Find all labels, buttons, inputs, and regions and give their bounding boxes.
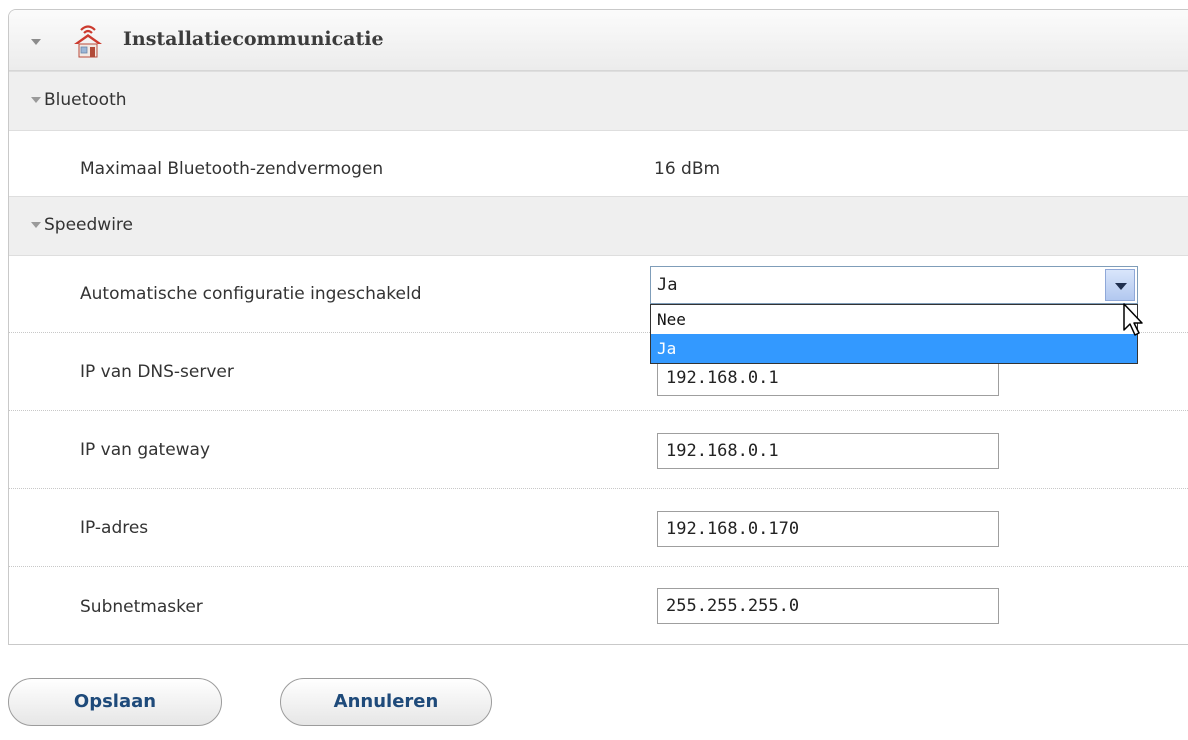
dropdown-option-ja[interactable]: Ja <box>651 334 1137 363</box>
gateway-input[interactable]: 192.168.0.1 <box>657 433 999 469</box>
gateway-label: IP van gateway <box>80 440 211 460</box>
auto-config-selected-value: Ja <box>657 275 678 295</box>
ip-input[interactable]: 192.168.0.170 <box>657 511 999 547</box>
cancel-button[interactable]: Annuleren <box>280 678 492 726</box>
speedwire-section-label: Speedwire <box>44 215 133 235</box>
mouse-cursor-icon <box>1123 303 1143 336</box>
bluetooth-power-value: 16 dBm <box>654 159 721 179</box>
auto-config-select[interactable]: Ja <box>650 266 1138 304</box>
subnet-row: Subnetmasker 255.255.255.0 <box>9 566 1188 644</box>
bluetooth-power-label: Maximaal Bluetooth-zendvermogen <box>80 159 384 179</box>
dropdown-arrow-icon[interactable] <box>1105 269 1135 301</box>
panel-header[interactable]: Installatiecommunicatie <box>9 10 1188 71</box>
house-signal-icon <box>74 25 102 58</box>
speedwire-caret-icon[interactable] <box>31 222 41 228</box>
collapse-caret-icon[interactable] <box>31 39 41 45</box>
ip-label: IP-adres <box>80 518 149 538</box>
dns-input[interactable]: 192.168.0.1 <box>657 360 999 396</box>
row-divider <box>9 488 1188 489</box>
panel-title: Installatiecommunicatie <box>123 28 384 50</box>
ip-row: IP-adres 192.168.0.170 <box>9 488 1188 567</box>
dropdown-option-nee[interactable]: Nee <box>651 305 1137 334</box>
gateway-row: IP van gateway 192.168.0.1 <box>9 410 1188 489</box>
save-button[interactable]: Opslaan <box>8 678 222 726</box>
auto-config-label: Automatische configuratie ingeschakeld <box>80 284 422 304</box>
subnet-label: Subnetmasker <box>80 597 203 617</box>
bluetooth-section-header[interactable]: Bluetooth <box>9 71 1188 131</box>
row-divider <box>9 410 1188 411</box>
subnet-input[interactable]: 255.255.255.0 <box>657 588 999 624</box>
bluetooth-section-label: Bluetooth <box>44 90 127 110</box>
speedwire-section-header[interactable]: Speedwire <box>9 196 1188 256</box>
row-divider <box>9 566 1188 567</box>
auto-config-dropdown-list: Nee Ja <box>650 304 1138 364</box>
bluetooth-caret-icon[interactable] <box>31 97 41 103</box>
dns-label: IP van DNS-server <box>80 362 234 382</box>
